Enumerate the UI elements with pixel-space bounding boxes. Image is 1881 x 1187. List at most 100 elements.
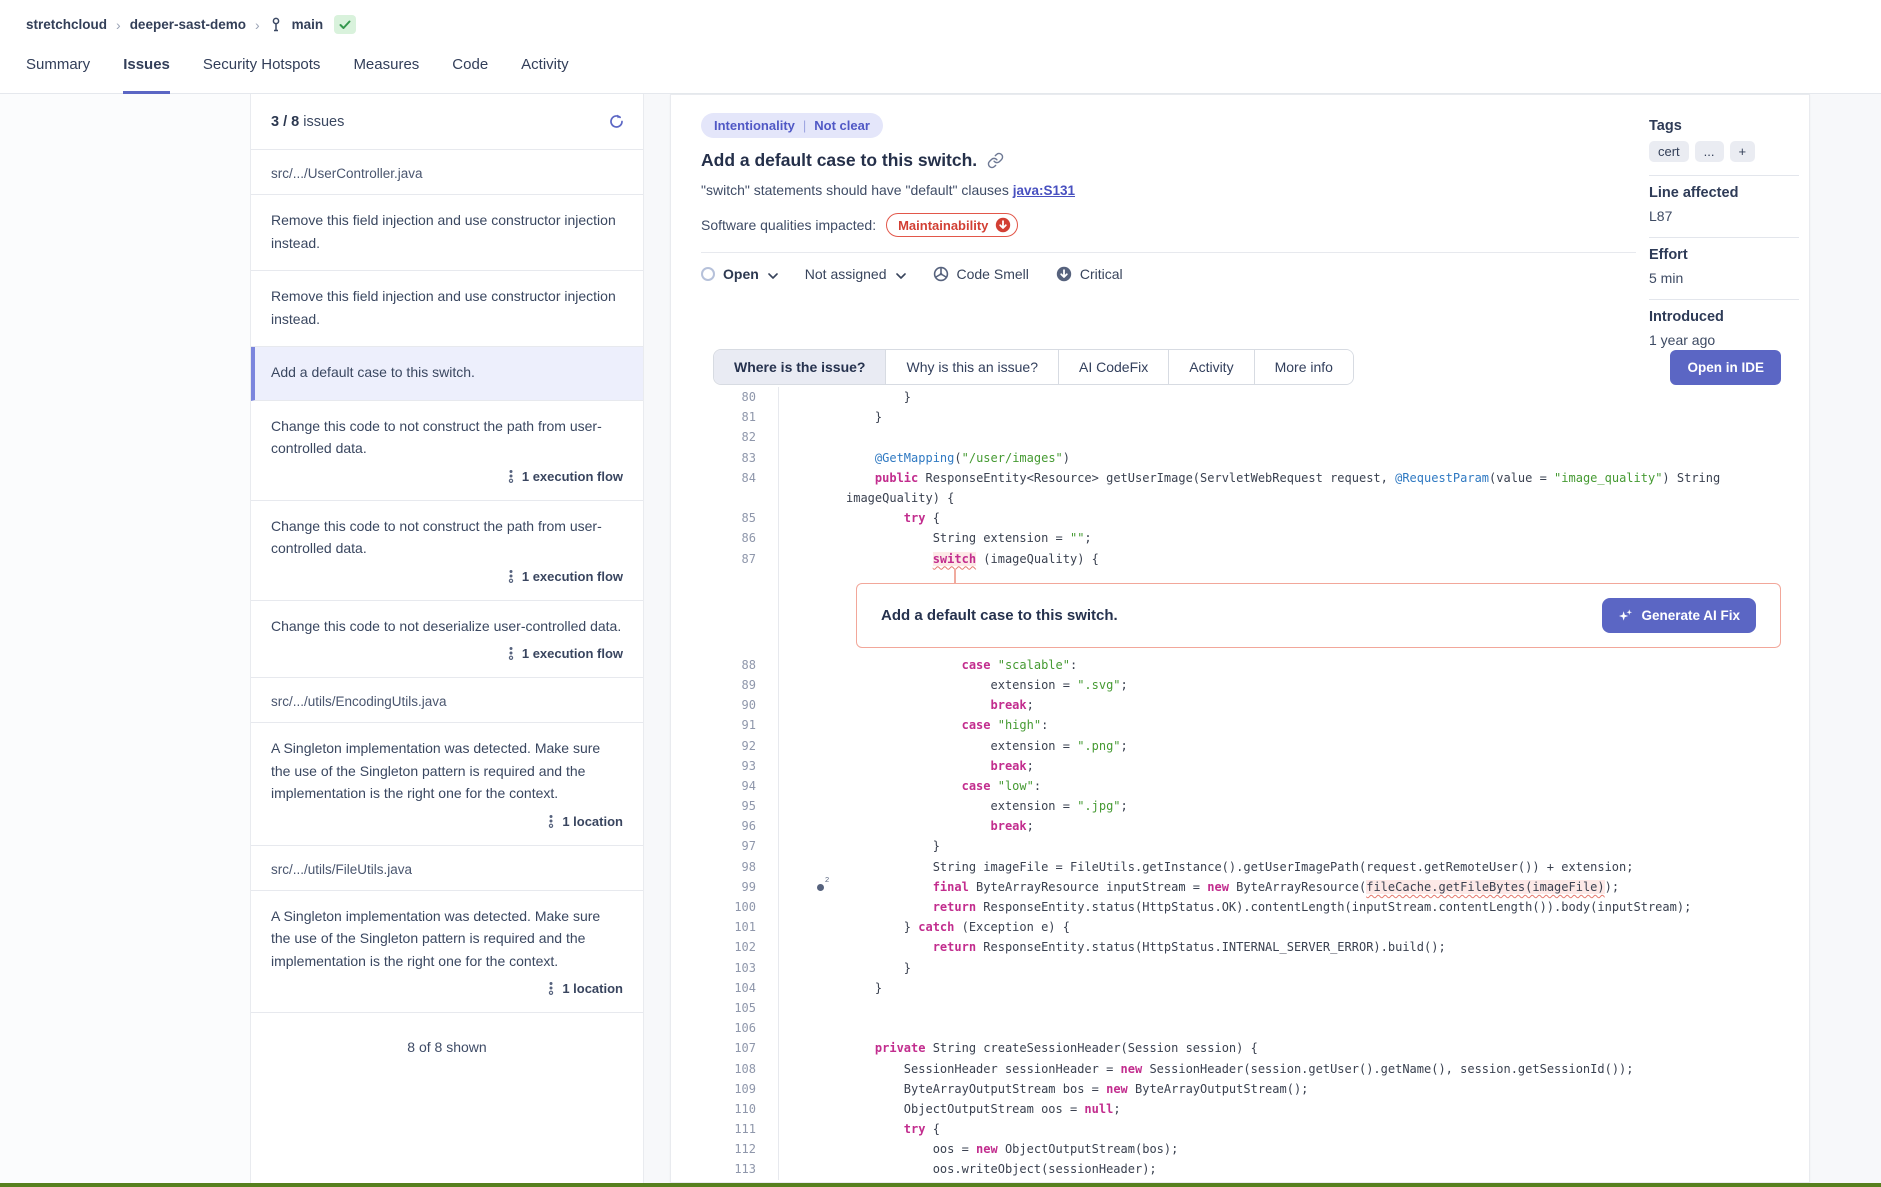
more-tags-button[interactable]: ... <box>1695 141 1724 162</box>
code-line: 101 } catch (Exception e) { <box>671 917 1809 937</box>
tab-activity[interactable]: Activity <box>521 38 569 94</box>
issue-flow-link[interactable]: 1 execution flow <box>271 569 623 584</box>
detail-tab-ai-codefix[interactable]: AI CodeFix <box>1058 350 1168 384</box>
detail-tab-where-is-the-issue[interactable]: Where is the issue? <box>714 350 885 384</box>
file-group-header[interactable]: src/.../utils/FileUtils.java <box>251 846 643 891</box>
add-tag-button[interactable]: + <box>1730 141 1756 162</box>
issue-list-item[interactable]: Change this code to not construct the pa… <box>251 401 643 501</box>
code-line: 108 SessionHeader sessionHeader = new Se… <box>671 1058 1809 1078</box>
breadcrumb-branch[interactable]: main <box>292 17 324 32</box>
tab-security-hotspots[interactable]: Security Hotspots <box>203 38 321 94</box>
detail-tab-more-info[interactable]: More info <box>1254 350 1353 384</box>
issue-list-item[interactable]: Change this code to not construct the pa… <box>251 501 643 601</box>
line-number[interactable]: 82 <box>671 430 778 444</box>
issue-message: Change this code to not deserialize user… <box>271 615 623 638</box>
maintainability-pill[interactable]: Maintainability <box>886 213 1018 237</box>
line-number[interactable]: 97 <box>671 839 778 853</box>
refresh-icon[interactable] <box>608 113 625 130</box>
tab-measures[interactable]: Measures <box>353 38 419 94</box>
code-text: String imageFile = FileUtils.getInstance… <box>778 860 1633 874</box>
breadcrumb-project[interactable]: deeper-sast-demo <box>130 17 246 32</box>
line-number[interactable]: 106 <box>671 1021 778 1035</box>
file-group-header[interactable]: src/.../UserController.java <box>251 150 643 195</box>
main-nav: Summary Issues Security Hotspots Measures Co… <box>26 38 1881 93</box>
line-number[interactable]: 113 <box>671 1162 778 1176</box>
line-number[interactable]: 104 <box>671 981 778 995</box>
line-number[interactable]: 105 <box>671 1001 778 1015</box>
tag-chip[interactable]: cert <box>1649 141 1689 162</box>
file-group-header[interactable]: src/.../utils/EncodingUtils.java <box>251 678 643 723</box>
detail-tabs-row: Where is the issue?Why is this an issue?… <box>671 349 1809 385</box>
issues-count: 3 / 8 issues <box>271 114 344 130</box>
link-icon[interactable] <box>987 152 1004 169</box>
line-number[interactable]: 92 <box>671 739 778 753</box>
line-number[interactable]: 110 <box>671 1102 778 1116</box>
line-number[interactable]: 81 <box>671 410 778 424</box>
line-number[interactable]: 101 <box>671 920 778 934</box>
line-number[interactable]: 112 <box>671 1142 778 1156</box>
line-number[interactable]: 108 <box>671 1062 778 1076</box>
line-number[interactable]: 99 <box>671 880 778 894</box>
line-number[interactable]: 85 <box>671 511 778 525</box>
detail-tab-why-is-this-an-issue[interactable]: Why is this an issue? <box>885 350 1058 384</box>
code-text: oos.writeObject(sessionHeader); <box>778 1162 1157 1176</box>
breadcrumb-org[interactable]: stretchcloud <box>26 17 107 32</box>
line-number[interactable]: 90 <box>671 698 778 712</box>
line-number[interactable]: 98 <box>671 860 778 874</box>
execution-flow-icon <box>546 981 556 996</box>
issue-list-item[interactable]: Change this code to not deserialize user… <box>251 601 643 679</box>
detail-tab-activity[interactable]: Activity <box>1168 350 1253 384</box>
issue-list-item[interactable]: Remove this field injection and use cons… <box>251 271 643 347</box>
line-number[interactable]: 111 <box>671 1122 778 1136</box>
code-text: break; <box>778 698 1034 712</box>
inline-issue-message: Add a default case to this switch. <box>881 607 1118 624</box>
line-number[interactable]: 109 <box>671 1082 778 1096</box>
issue-message: A Singleton implementation was detected.… <box>271 737 623 805</box>
issue-flow-link[interactable]: 1 location <box>271 981 623 996</box>
issue-flow-link[interactable]: 1 location <box>271 814 623 829</box>
issue-flow-link[interactable]: 1 execution flow <box>271 469 623 484</box>
issue-flow-link[interactable]: 1 execution flow <box>271 646 623 661</box>
line-number[interactable]: 95 <box>671 799 778 813</box>
code-text: switch (imageQuality) { <box>778 552 1099 566</box>
rule-link[interactable]: java:S131 <box>1013 183 1075 198</box>
tab-code[interactable]: Code <box>452 38 488 94</box>
tab-summary[interactable]: Summary <box>26 38 90 94</box>
line-number[interactable]: 87 <box>671 552 778 566</box>
status-dropdown[interactable]: Open <box>701 266 778 282</box>
line-number[interactable]: 91 <box>671 718 778 732</box>
line-number[interactable]: 83 <box>671 451 778 465</box>
line-number[interactable]: 80 <box>671 390 778 404</box>
issue-list-item[interactable]: A Singleton implementation was detected.… <box>251 723 643 846</box>
line-number[interactable]: 93 <box>671 759 778 773</box>
code-line: 992 final ByteArrayResource inputStream … <box>671 877 1809 897</box>
issue-list-item[interactable]: Remove this field injection and use cons… <box>251 195 643 271</box>
code-line: 89 extension = ".svg"; <box>671 675 1809 695</box>
issues-shown-count: 8 of 8 shown <box>251 1039 643 1055</box>
issue-list-item-selected[interactable]: Add a default case to this switch. <box>251 347 643 401</box>
line-number[interactable]: 86 <box>671 531 778 545</box>
status-row: Open Not assigned Code Smell <box>701 253 1779 299</box>
line-number[interactable]: 94 <box>671 779 778 793</box>
top-header: stretchcloud › deeper-sast-demo › main S… <box>0 0 1881 94</box>
code-line: 109 ByteArrayOutputStream bos = new Byte… <box>671 1079 1809 1099</box>
flow-location-marker[interactable]: 2 <box>817 879 828 893</box>
line-number[interactable]: 107 <box>671 1041 778 1055</box>
generate-ai-fix-button[interactable]: Generate AI Fix <box>1602 598 1756 633</box>
line-number[interactable]: 96 <box>671 819 778 833</box>
issue-connector-line <box>954 569 956 584</box>
assignee-dropdown[interactable]: Not assigned <box>805 266 906 282</box>
tab-issues[interactable]: Issues <box>123 38 170 94</box>
line-number[interactable]: 89 <box>671 678 778 692</box>
line-number[interactable]: 84 <box>671 471 778 485</box>
code-text: case "high": <box>778 718 1048 732</box>
line-number[interactable]: 88 <box>671 658 778 672</box>
code-text: imageQuality) { <box>778 491 954 505</box>
code-line: 87 switch (imageQuality) { <box>671 549 1809 569</box>
line-number[interactable]: 102 <box>671 940 778 954</box>
issue-message: Remove this field injection and use cons… <box>271 209 623 254</box>
issue-list-item[interactable]: A Singleton implementation was detected.… <box>251 891 643 1014</box>
line-number[interactable]: 103 <box>671 961 778 975</box>
line-number[interactable]: 100 <box>671 900 778 914</box>
code-text: return ResponseEntity.status(HttpStatus.… <box>778 940 1446 954</box>
